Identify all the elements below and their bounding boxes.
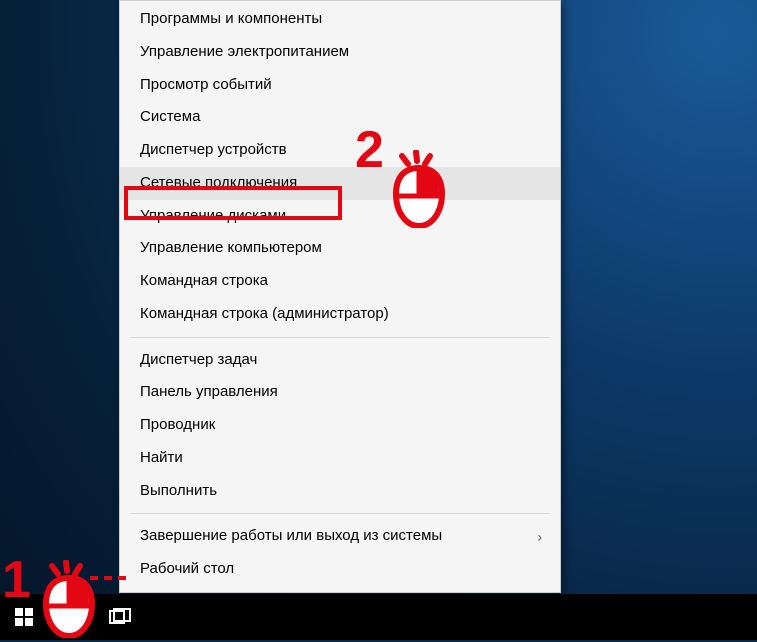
menu-item-label: Рабочий стол — [140, 560, 234, 577]
menu-item-label: Панель управления — [140, 383, 278, 400]
menu-item[interactable]: Командная строка — [120, 265, 560, 298]
menu-item-label: Выполнить — [140, 482, 217, 499]
menu-item[interactable]: Выполнить — [120, 475, 560, 508]
menu-item[interactable]: Сетевые подключения — [120, 167, 560, 200]
taskbar — [0, 594, 757, 640]
task-view-button[interactable] — [96, 594, 144, 640]
menu-separator — [130, 513, 550, 514]
menu-item[interactable]: Найти — [120, 442, 560, 475]
menu-item-label: Сетевые подключения — [140, 174, 297, 191]
menu-item[interactable]: Рабочий стол — [120, 553, 560, 586]
menu-item-label: Командная строка — [140, 272, 268, 289]
menu-item[interactable]: Управление дисками — [120, 200, 560, 233]
menu-item-label: Диспетчер задач — [140, 351, 257, 368]
menu-item[interactable]: Диспетчер задач — [120, 344, 560, 377]
winx-context-menu: Программы и компоненты Управление электро… — [119, 0, 561, 593]
chevron-right-icon: › — [537, 528, 542, 546]
menu-item-label: Управление компьютером — [140, 239, 322, 256]
menu-item[interactable]: Система — [120, 101, 560, 134]
menu-item[interactable]: Панель управления — [120, 376, 560, 409]
search-button[interactable] — [48, 594, 96, 640]
menu-item[interactable]: Управление компьютером — [120, 232, 560, 265]
menu-item[interactable]: Завершение работы или выход из системы › — [120, 520, 560, 553]
menu-item[interactable]: Программы и компоненты — [120, 3, 560, 36]
menu-item-label: Проводник — [140, 416, 215, 433]
menu-item[interactable]: Проводник — [120, 409, 560, 442]
menu-item[interactable]: Просмотр событий — [120, 69, 560, 102]
menu-item-label: Система — [140, 108, 200, 125]
menu-item[interactable]: Управление электропитанием — [120, 36, 560, 69]
menu-item-label: Управление дисками — [140, 207, 286, 224]
menu-item-label: Управление электропитанием — [140, 43, 349, 60]
menu-item[interactable]: Командная строка (администратор) — [120, 298, 560, 331]
menu-item[interactable]: Диспетчер устройств — [120, 134, 560, 167]
menu-item-label: Диспетчер устройств — [140, 141, 287, 158]
start-button[interactable] — [0, 594, 48, 640]
menu-item-label: Найти — [140, 449, 183, 466]
menu-item-label: Завершение работы или выход из системы — [140, 527, 442, 544]
menu-item-label: Командная строка (администратор) — [140, 305, 389, 322]
menu-item-label: Просмотр событий — [140, 76, 272, 93]
menu-separator — [130, 337, 550, 338]
menu-item-label: Программы и компоненты — [140, 10, 322, 27]
